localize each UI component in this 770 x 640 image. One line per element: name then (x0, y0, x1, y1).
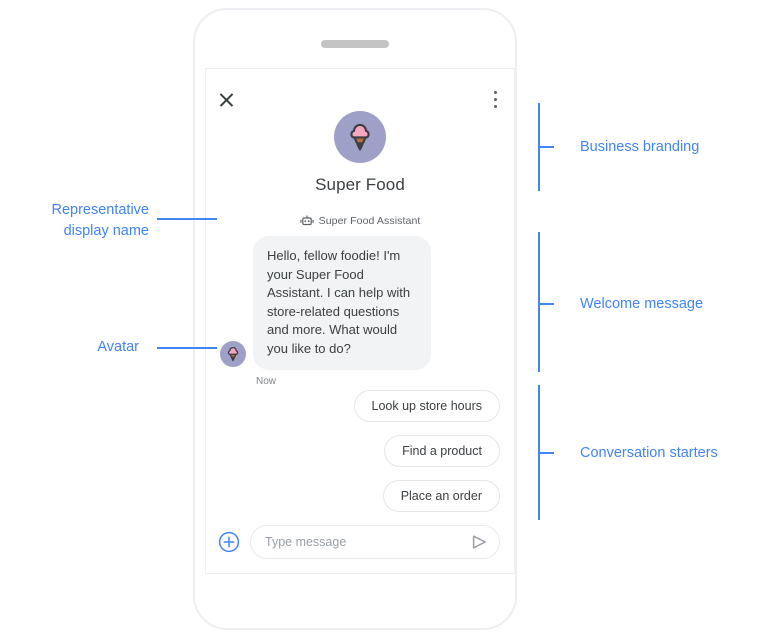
message-input[interactable]: Type message (265, 535, 469, 549)
conversation-area: Hello, fellow foodie! I'm your Super Foo… (206, 228, 514, 512)
close-icon[interactable] (216, 89, 238, 111)
business-branding: Super Food (206, 111, 514, 195)
representative-row: Super Food Assistant (206, 214, 514, 228)
bracket-tick-conversation-starters (538, 452, 554, 454)
message-input-pill[interactable]: Type message (250, 525, 500, 559)
starter-chip-find-product[interactable]: Find a product (384, 435, 500, 467)
chat-header (206, 69, 514, 111)
callout-business-branding: Business branding (580, 139, 700, 155)
welcome-message-bubble: Hello, fellow foodie! I'm your Super Foo… (253, 236, 431, 371)
message-composer: Type message (206, 511, 514, 573)
chat-card: Super Food Super Food Assistant Hello, f… (205, 68, 515, 574)
leader-line-representative (157, 218, 217, 220)
ice-cream-cone-logo (334, 111, 386, 163)
send-icon[interactable] (469, 532, 489, 552)
conversation-starters: Look up store hours Find a product Place… (353, 390, 500, 512)
callout-conversation-starters: Conversation starters (580, 445, 718, 461)
starter-chip-place-order[interactable]: Place an order (382, 480, 500, 512)
message-timestamp: Now (256, 376, 277, 388)
bot-icon (299, 214, 314, 228)
bracket-tick-welcome-message (538, 303, 554, 305)
bracket-tick-business-branding (538, 146, 554, 148)
leader-line-avatar (157, 347, 217, 349)
callout-avatar: Avatar (97, 339, 139, 355)
bracket-welcome-message (538, 232, 540, 372)
overflow-menu-icon[interactable] (494, 91, 498, 109)
representative-display-name: Super Food Assistant (318, 215, 421, 227)
add-attachment-icon[interactable] (218, 531, 240, 553)
ice-cream-cone-avatar (220, 341, 246, 368)
callout-representative-display-name: Representative display name (51, 202, 149, 240)
starter-chip-store-hours[interactable]: Look up store hours (353, 390, 500, 422)
welcome-message-row: Hello, fellow foodie! I'm your Super Foo… (220, 236, 502, 387)
phone-speaker (321, 40, 389, 48)
business-name: Super Food (315, 175, 405, 194)
callout-welcome-message: Welcome message (580, 296, 704, 312)
